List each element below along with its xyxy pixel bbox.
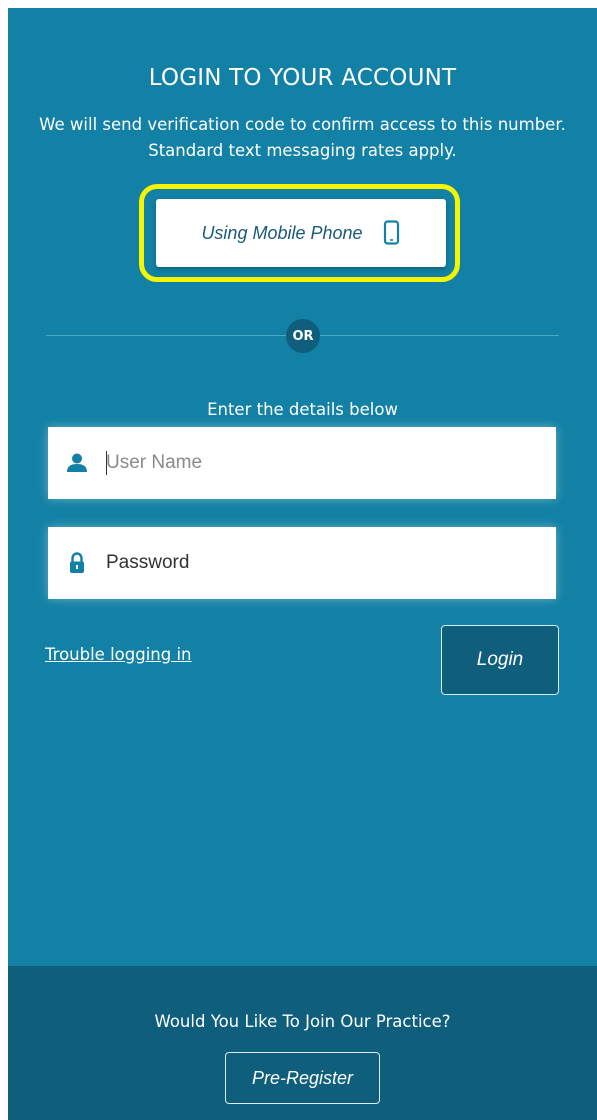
verification-notice: We will send verification code to confir…	[39, 115, 566, 160]
footer: Would You Like To Join Our Practice? Pre…	[8, 966, 597, 1120]
details-instruction: Enter the details below	[207, 400, 398, 419]
username-field-container[interactable]	[48, 427, 556, 499]
login-button[interactable]: Login	[441, 625, 559, 695]
login-screen: LOGIN TO YOUR ACCOUNT We will send verif…	[8, 8, 597, 1120]
password-input[interactable]	[106, 552, 506, 574]
join-practice-prompt: Would You Like To Join Our Practice?	[154, 1012, 451, 1031]
divider-right	[320, 335, 559, 336]
mobile-phone-button-label: Using Mobile Phone	[201, 222, 363, 243]
username-input[interactable]	[106, 452, 506, 474]
password-field-container[interactable]	[48, 527, 556, 599]
text-cursor	[106, 451, 107, 475]
or-badge: OR	[286, 319, 320, 353]
trouble-logging-in-link[interactable]: Trouble logging in	[45, 644, 192, 666]
mobile-phone-icon	[383, 220, 401, 246]
lock-icon	[66, 552, 88, 574]
page-title: LOGIN TO YOUR ACCOUNT	[148, 65, 457, 91]
user-icon	[66, 452, 88, 474]
divider-left	[46, 335, 286, 336]
mobile-phone-login-button[interactable]: Using Mobile Phone	[156, 199, 446, 267]
pre-register-button[interactable]: Pre-Register	[225, 1052, 380, 1104]
